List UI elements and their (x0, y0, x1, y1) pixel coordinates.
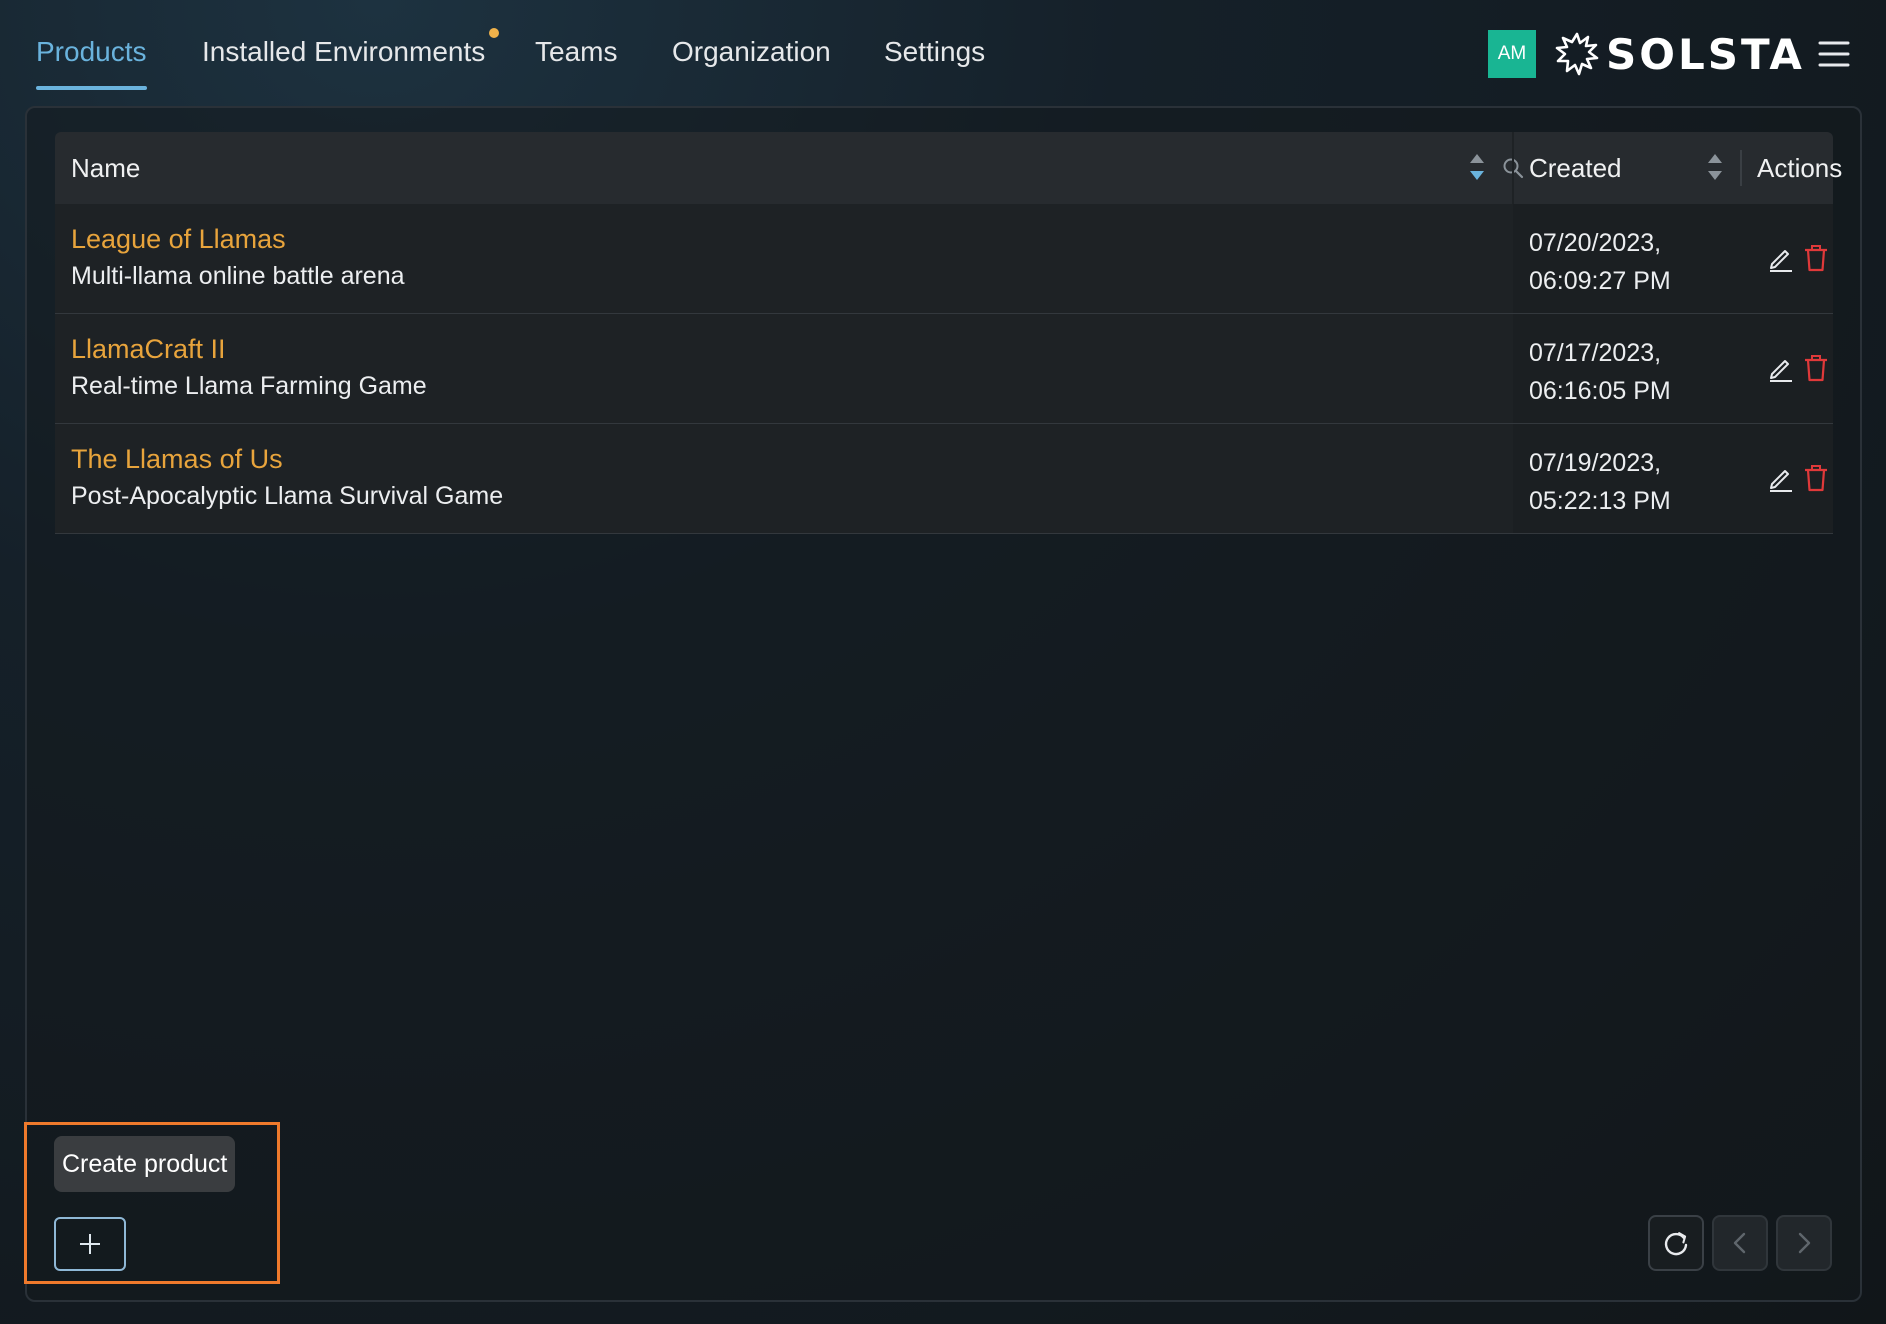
column-divider (1512, 132, 1514, 204)
tab-teams[interactable]: Teams (535, 30, 617, 90)
column-header-created: Created (1529, 153, 1622, 183)
product-name-link[interactable]: League of Llamas (71, 224, 286, 255)
tab-label: Installed Environments (202, 36, 486, 67)
refresh-icon (1664, 1232, 1688, 1256)
tab-label: Organization (672, 36, 831, 67)
tab-products[interactable]: Products (36, 30, 147, 90)
hamburger-menu-icon[interactable] (1818, 38, 1850, 70)
user-avatar[interactable]: AM (1488, 30, 1536, 78)
solsta-logo: SOLSTA (1554, 29, 1805, 79)
tab-installed-environments[interactable]: Installed Environments (202, 28, 500, 90)
create-product-tooltip: Create product (54, 1136, 236, 1192)
product-description: Multi-llama online battle arena (71, 262, 405, 290)
starburst-logo-icon (1555, 32, 1599, 76)
chevron-right-icon (1798, 1232, 1811, 1254)
edit-icon[interactable] (1767, 464, 1795, 492)
column-header-name: Name (71, 153, 141, 183)
edit-icon[interactable] (1767, 354, 1795, 382)
create-product-button[interactable] (54, 1217, 126, 1271)
avatar-initials: AM (1497, 43, 1527, 64)
previous-page-button[interactable] (1712, 1215, 1768, 1271)
sort-name-icon[interactable] (1469, 152, 1485, 182)
products-table: Name Created Actions League of Llamas Mu… (55, 132, 1842, 534)
sort-created-icon[interactable] (1707, 152, 1723, 182)
tab-settings[interactable]: Settings (884, 30, 985, 90)
table-row: LlamaCraft II Real-time Llama Farming Ga… (55, 314, 1833, 424)
created-date: 07/17/2023, 06:16:05 PM (1529, 339, 1671, 405)
created-date: 07/19/2023, 05:22:13 PM (1529, 449, 1671, 515)
delete-icon[interactable] (1803, 354, 1829, 382)
edit-icon[interactable] (1767, 244, 1795, 272)
table-row: The Llamas of Us Post-Apocalyptic Llama … (55, 424, 1833, 534)
column-divider (1740, 150, 1742, 186)
top-navigation: Products Installed Environments Teams Or… (0, 0, 1886, 104)
column-header-actions: Actions (1757, 153, 1843, 183)
tab-label: Settings (884, 36, 986, 67)
product-description: Real-time Llama Farming Game (71, 372, 427, 400)
product-description: Post-Apocalyptic Llama Survival Game (71, 482, 504, 510)
tab-label: Teams (535, 36, 618, 67)
created-date: 07/20/2023, 06:09:27 PM (1529, 229, 1671, 295)
tab-organization[interactable]: Organization (672, 30, 831, 90)
logo-text: SOLSTA (1606, 29, 1805, 79)
chevron-left-icon (1733, 1232, 1746, 1254)
products-panel: Name Created Actions League of Llamas Mu… (25, 106, 1862, 1302)
next-page-button[interactable] (1776, 1215, 1832, 1271)
plus-icon (80, 1234, 100, 1254)
table-row: League of Llamas Multi-llama online batt… (55, 204, 1833, 314)
refresh-button[interactable] (1648, 1215, 1704, 1271)
product-name-link[interactable]: LlamaCraft II (71, 334, 226, 365)
table-header: Name Created Actions (55, 132, 1842, 204)
notification-dot (489, 28, 500, 38)
product-name-link[interactable]: The Llamas of Us (71, 444, 283, 475)
delete-icon[interactable] (1803, 244, 1829, 272)
tab-label: Products (36, 36, 147, 67)
delete-icon[interactable] (1803, 464, 1829, 492)
